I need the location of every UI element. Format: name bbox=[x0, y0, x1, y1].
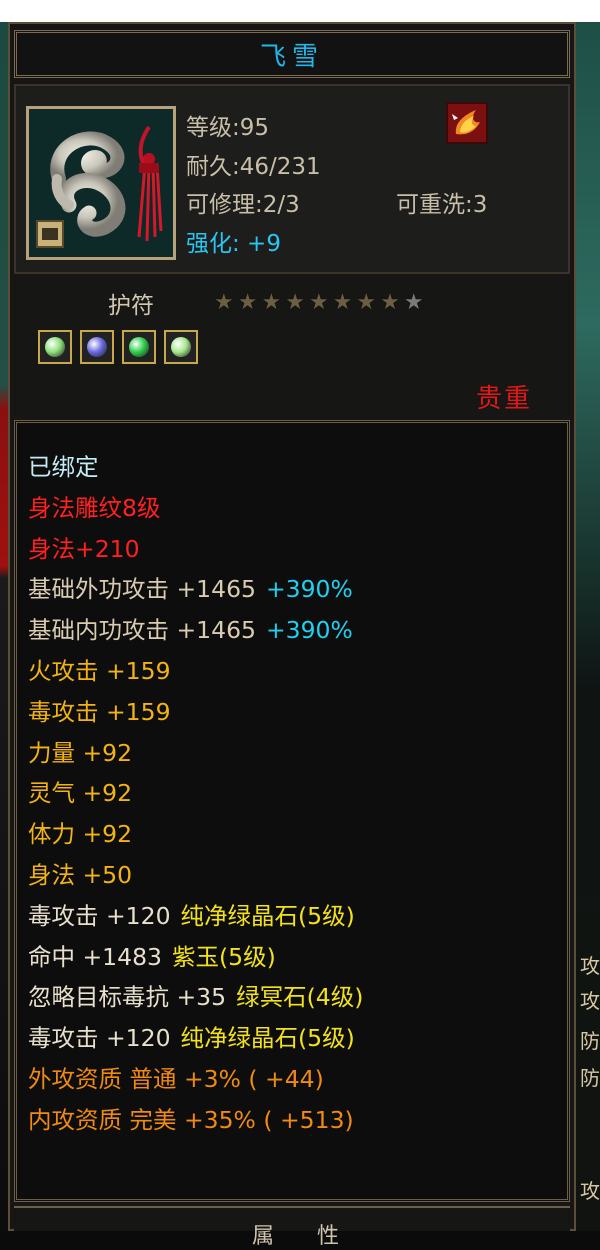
property-text: 力量 +92 bbox=[28, 739, 133, 767]
gem-sockets bbox=[38, 330, 198, 364]
property-line: 内攻资质 完美 +35% ( +513) bbox=[28, 1101, 354, 1135]
property-line: 基础内功攻击 +1465 +390% bbox=[28, 611, 353, 645]
item-enhance: 强化: +9 bbox=[186, 231, 281, 257]
property-extra: 紫玉(5级) bbox=[171, 943, 276, 971]
property-extra: +390% bbox=[265, 616, 353, 644]
property-line: 基础外功攻击 +1465 +390% bbox=[28, 570, 353, 604]
property-text: 身法 +50 bbox=[28, 861, 133, 889]
property-extra: 纯净绿晶石(5级) bbox=[180, 902, 355, 930]
property-line: 忽略目标毒抗 +35 绿冥石(4级) bbox=[28, 978, 363, 1012]
emerald-gem-icon[interactable] bbox=[122, 330, 156, 364]
property-line: 灵气 +92 bbox=[28, 774, 132, 808]
property-text: 命中 +1483 bbox=[28, 943, 162, 971]
property-text: 内攻资质 完美 +35% ( +513) bbox=[28, 1106, 354, 1134]
star-filled-icon: ★ bbox=[261, 290, 282, 315]
item-level: 等级:95 bbox=[186, 115, 270, 141]
background-text: 防 bbox=[580, 1068, 600, 1090]
property-text: 已绑定 bbox=[28, 453, 99, 481]
background-text: 攻 bbox=[580, 991, 600, 1013]
property-line: 体力 +92 bbox=[28, 815, 132, 849]
item-type: 护符 bbox=[108, 293, 154, 319]
property-text: 基础外功攻击 +1465 bbox=[28, 575, 256, 603]
property-line: 身法+210 bbox=[28, 530, 140, 564]
top-margin bbox=[0, 0, 600, 22]
property-line: 火攻击 +159 bbox=[28, 652, 171, 686]
property-text: 灵气 +92 bbox=[28, 779, 133, 807]
property-line: 毒攻击 +159 bbox=[28, 693, 171, 727]
star-filled-icon: ★ bbox=[332, 290, 353, 315]
property-text: 身法+210 bbox=[28, 535, 140, 563]
star-filled-icon: ★ bbox=[285, 290, 305, 315]
property-text: 忽略目标毒抗 +35 bbox=[28, 983, 227, 1011]
property-text: 毒攻击 +159 bbox=[28, 698, 171, 726]
property-text: 体力 +92 bbox=[28, 820, 133, 848]
star-filled-icon: ★ bbox=[308, 290, 329, 315]
background-text: 攻 bbox=[580, 1181, 600, 1203]
property-extra: 纯净绿晶石(5级) bbox=[180, 1024, 355, 1052]
footer-label: 属 性 bbox=[252, 1224, 357, 1249]
item-durability: 耐久:46/231 bbox=[186, 154, 321, 180]
property-line: 毒攻击 +120 纯净绿晶石(5级) bbox=[28, 1019, 355, 1053]
star-filled-icon: ★ bbox=[214, 290, 234, 315]
property-extra: +390% bbox=[265, 575, 353, 603]
item-rewash: 可重洗:3 bbox=[396, 192, 488, 218]
amulet-icon bbox=[29, 109, 173, 257]
title-bar: 飞雪 bbox=[14, 30, 570, 78]
property-text: 毒攻击 +120 bbox=[28, 1024, 171, 1052]
star-filled-icon: ★ bbox=[356, 290, 377, 315]
star-filled-icon: ★ bbox=[380, 290, 400, 315]
property-text: 基础内功攻击 +1465 bbox=[28, 616, 256, 644]
phoenix-icon bbox=[448, 104, 486, 142]
property-line: 已绑定 bbox=[28, 448, 99, 482]
star-filled-icon: ★ bbox=[237, 290, 258, 315]
property-text: 毒攻击 +120 bbox=[28, 902, 171, 930]
item-repairable: 可修理:2/3 bbox=[186, 192, 300, 218]
property-line: 身法 +50 bbox=[28, 856, 132, 890]
background-text: 防 bbox=[580, 1031, 600, 1053]
purple-gem-icon[interactable] bbox=[80, 330, 114, 364]
property-text: 外攻资质 普通 +3% ( +44) bbox=[28, 1065, 324, 1093]
bound-badge bbox=[446, 102, 488, 144]
property-line: 外攻资质 普通 +3% ( +44) bbox=[28, 1060, 324, 1094]
background-left-strip bbox=[0, 22, 8, 1231]
star-rating: ★ ★ ★ ★ ★ ★ ★ ★ ★ bbox=[214, 292, 424, 314]
green-gem-icon[interactable] bbox=[164, 330, 198, 364]
background-text: 攻 bbox=[580, 956, 600, 978]
star-empty-icon: ★ bbox=[403, 290, 424, 315]
property-line: 身法雕纹8级 bbox=[28, 489, 160, 523]
item-rarity: 贵重 bbox=[476, 384, 533, 414]
item-name: 飞雪 bbox=[259, 41, 324, 72]
property-text: 火攻击 +159 bbox=[28, 657, 171, 685]
property-line: 命中 +1483 紫玉(5级) bbox=[28, 938, 276, 972]
property-line: 力量 +92 bbox=[28, 734, 132, 768]
property-extra: 绿冥石(4级) bbox=[236, 983, 364, 1011]
green-gem-icon[interactable] bbox=[38, 330, 72, 364]
property-line: 毒攻击 +120 纯净绿晶石(5级) bbox=[28, 897, 355, 931]
property-text: 身法雕纹8级 bbox=[28, 494, 161, 522]
item-icon[interactable] bbox=[26, 106, 176, 260]
